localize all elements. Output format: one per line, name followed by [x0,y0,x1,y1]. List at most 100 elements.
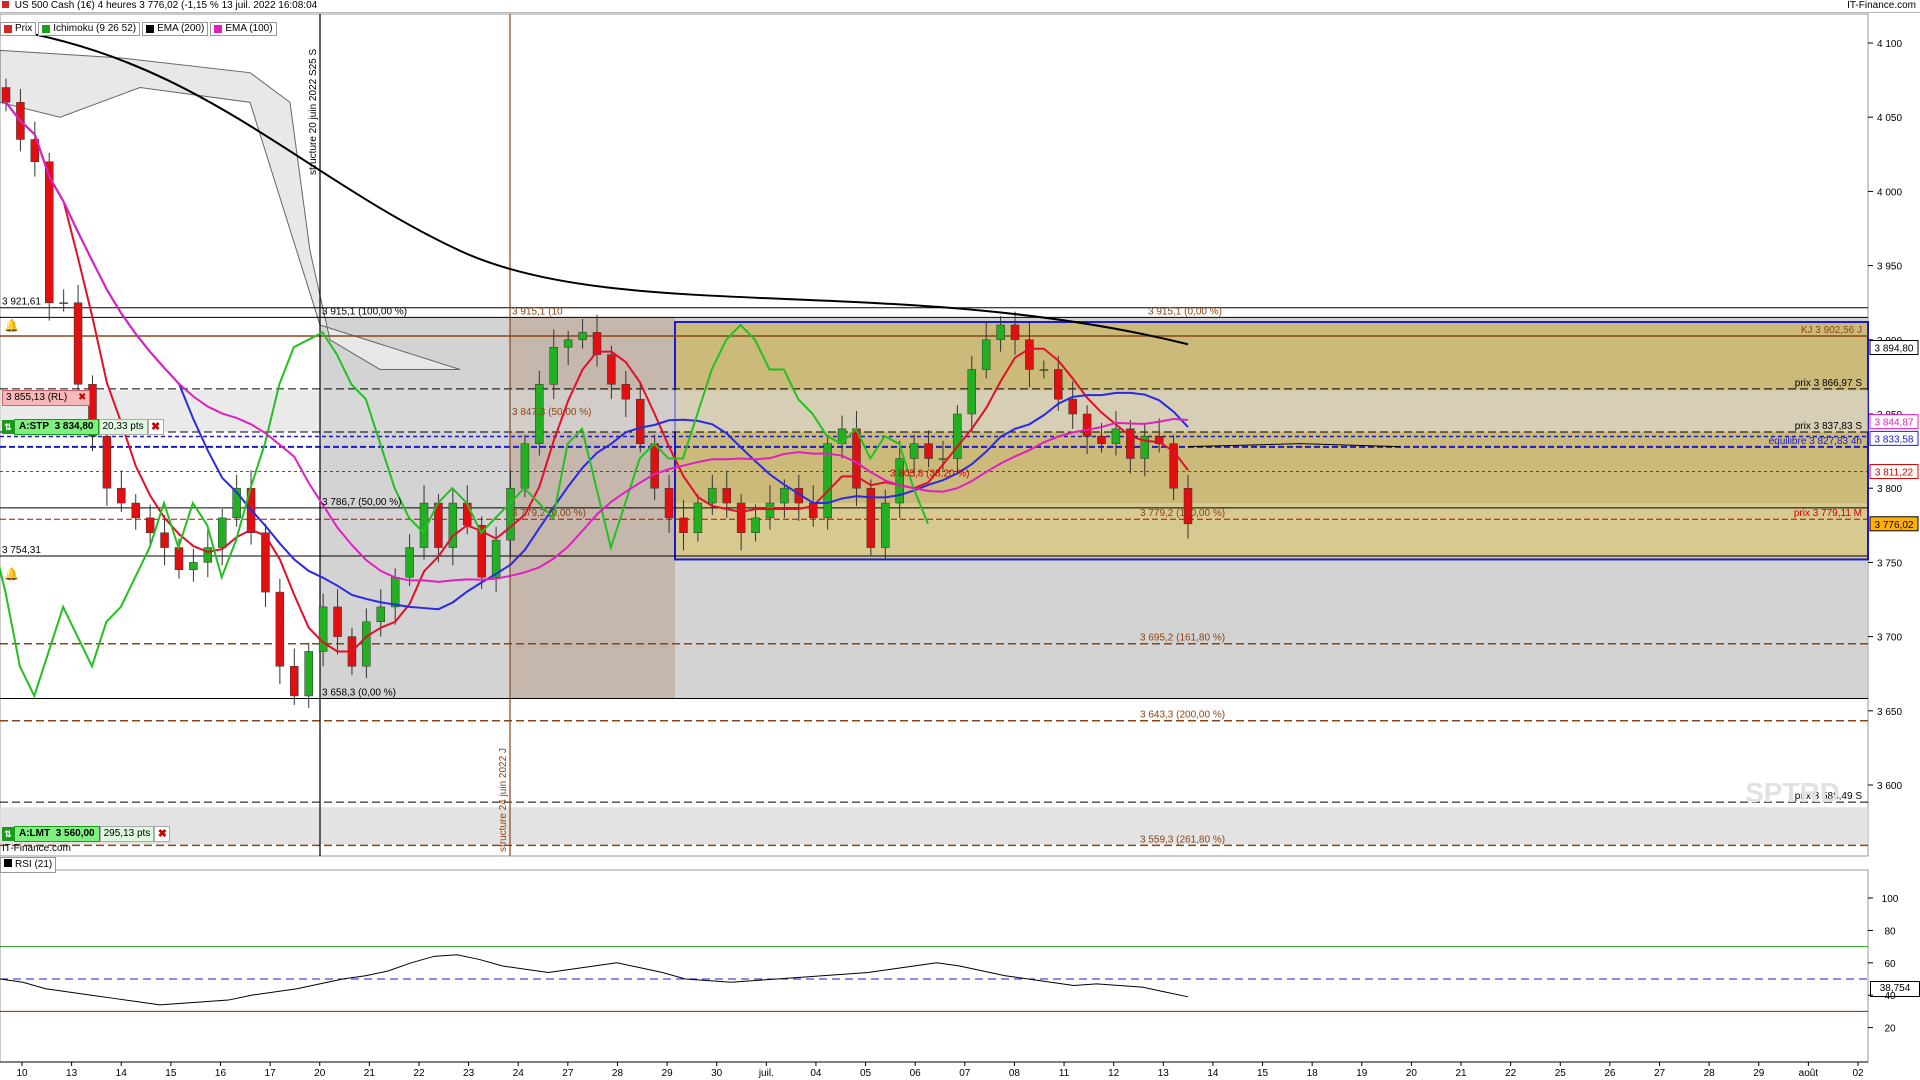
order-icon: ⇅ [2,827,14,841]
candle-body [1111,428,1121,444]
right-note: KJ 3 902,56 J [1801,325,1862,336]
fib-label: 3 779,2 (0,00 %) [512,508,586,519]
rsi-title[interactable]: RSI (21) [0,857,57,873]
x-tick-label: 13 [1158,1068,1170,1079]
rsi-panel [0,869,1869,1063]
candle-body [1068,398,1077,415]
x-tick-label: 02 [1852,1068,1864,1079]
candle-body [131,502,140,519]
candle-body [1054,369,1063,400]
x-tick-label: 15 [165,1068,177,1079]
limit-band [0,807,1868,845]
x-tick-label: 18 [1307,1068,1319,1079]
legend-ema200[interactable]: EMA (200) [142,22,209,36]
candle-body [189,562,198,571]
alert-bell-icon: 🔔 [4,319,19,333]
candle-body [1039,369,1049,371]
structure-label-20-juin: structure 20 juin 2022 S25 S [308,48,319,175]
rsi-tick-label: 80 [1884,926,1896,937]
order-icon: ⇅ [2,420,14,434]
fib-label: 3 695,2 (161,80 %) [1140,633,1225,644]
right-note: prix 3 866,97 S [1795,378,1863,389]
x-tick-label: 08 [1009,1068,1021,1079]
cancel-order-icon[interactable]: ✖ [154,826,171,842]
limit-order[interactable]: ⇅ A:LMT 3 560,00 295,13 pts ✖ [2,826,171,842]
candle-body [693,502,703,533]
fib-label: 3 915,1 (100,00 %) [322,306,407,317]
x-tick-label: 25 [1555,1068,1567,1079]
candle-body [981,339,991,370]
chart-canvas[interactable]: 4 1004 0504 0003 9503 9003 8503 8003 750… [0,0,1920,1080]
brand-link[interactable]: IT-Finance.com [1847,0,1916,12]
price-label: 3 894,80 [1875,344,1914,355]
x-tick-label: 24 [513,1068,525,1079]
x-tick-label: août [1799,1068,1819,1079]
x-tick-label: 29 [1753,1068,1765,1079]
instrument-color-icon [2,1,9,8]
x-tick-label: 05 [860,1068,872,1079]
right-note: prix 3 779,11 M [1794,508,1862,519]
candle-body [578,332,587,341]
fib-label: 3 915,1 (0,00 %) [1148,306,1222,317]
x-tick-label: 28 [1704,1068,1716,1079]
x-tick-label: 11 [1059,1068,1070,1079]
price-tick-label: 3 750 [1877,558,1902,569]
target-zone-lower [675,503,1868,560]
x-tick-label: 23 [463,1068,475,1079]
candle-body [765,502,775,519]
left-level-label: 3 921,61 [2,297,41,308]
candle-body [405,547,414,578]
x-tick-label: 20 [1406,1068,1418,1079]
rl-band [0,390,1868,432]
x-tick-label: 22 [413,1068,425,1079]
rl-tag[interactable]: 3 855,13 (RL) ✖ [2,390,91,406]
chart-header: US 500 Cash (1€) 4 heures 3 776,02 (-1,1… [0,0,1920,13]
candle-body [1082,413,1092,437]
candle-body [780,487,789,504]
right-note: prix 3 837,83 S [1795,421,1863,432]
candle-body [722,487,731,504]
candle-body [73,302,83,385]
candle-body [635,398,645,444]
candle-body [59,302,68,304]
right-note: équilibre 3 827,83 4h [1769,436,1862,447]
price-tick-label: 3 650 [1877,707,1902,718]
x-tick-label: 07 [959,1068,971,1079]
candle-body [549,346,559,385]
candle-body [390,576,400,608]
rsi-swatch-icon [4,859,12,867]
fib-label: 3 643,3 (200,00 %) [1140,710,1225,721]
price-label: 3 844,87 [1875,418,1914,429]
legend-ichimoku[interactable]: Ichimoku (9 26 52) [38,22,141,36]
stop-order[interactable]: ⇅ A:STP 3 834,80 20,33 pts ✖ [2,419,164,435]
indicator-legend: Prix Ichimoku (9 26 52) EMA (200) EMA (1… [0,22,279,36]
price-label: 3 811,22 [1875,468,1914,479]
rsi-tick-label: 20 [1884,1024,1896,1035]
price-tick-label: 3 600 [1877,781,1902,792]
fib-label: 3 915,1 (10 [512,306,563,317]
candle-body [275,591,285,667]
cancel-order-icon[interactable]: ✖ [147,419,164,435]
price-tick-label: 3 950 [1877,262,1902,273]
legend-price[interactable]: Prix [0,22,37,36]
legend-ema100[interactable]: EMA (100) [210,22,277,36]
x-tick-label: juil. [758,1068,774,1079]
price-label: 3 833,58 [1875,434,1914,445]
x-tick-label: 06 [910,1068,922,1079]
candle-body [117,487,126,504]
x-tick-label: 20 [314,1068,326,1079]
rsi-value-label: 38,754 [1870,981,1920,997]
candle-body [953,413,962,459]
candle-body [751,517,760,533]
alert-bell-icon: 🔔 [4,567,19,581]
x-tick-label: 30 [711,1068,723,1079]
price-tick-label: 3 800 [1877,484,1902,495]
candle-body [217,517,227,548]
fib-label: 3 805,8 (38,20 %) [890,469,970,480]
candle-body [145,517,155,533]
candle-body [664,487,674,519]
close-icon[interactable]: ✖ [78,392,86,403]
x-tick-label: 27 [1654,1068,1666,1079]
candle-body [708,487,717,504]
candle-body [621,384,631,400]
